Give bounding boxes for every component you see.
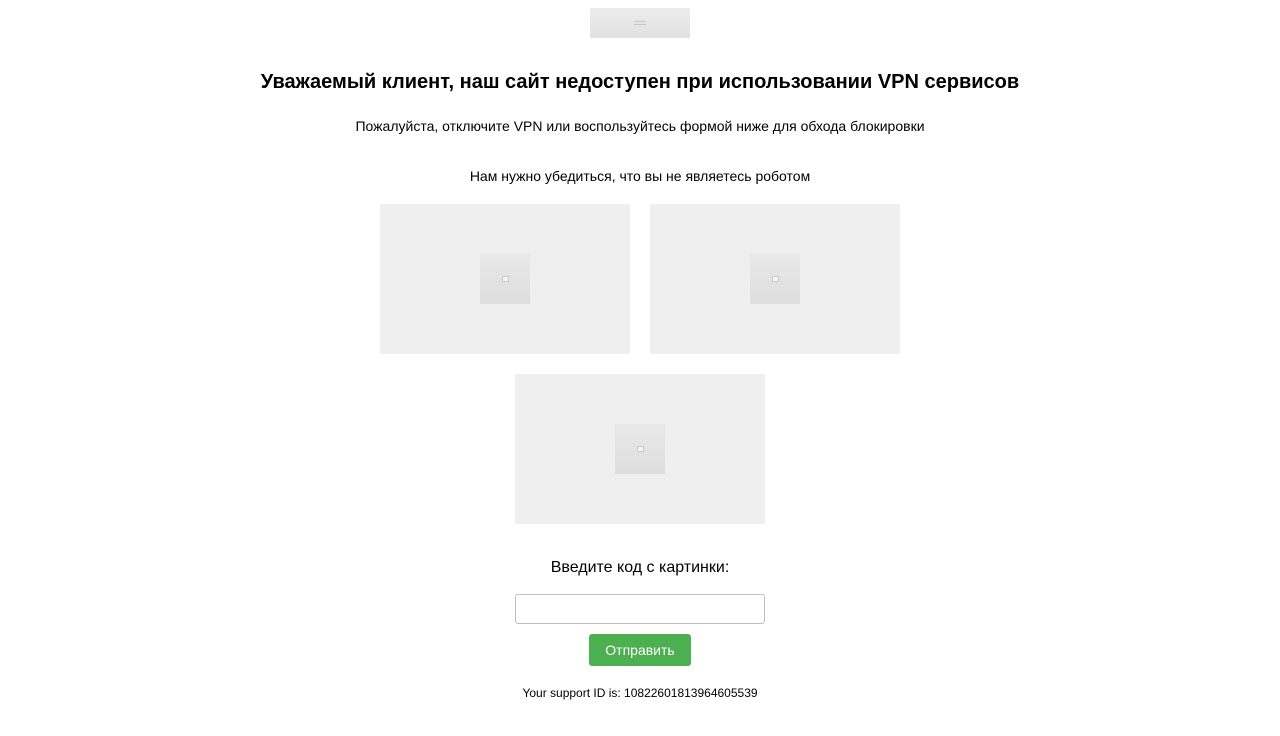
vpn-block-page: Уважаемый клиент, наш сайт недоступен пр…	[0, 0, 1280, 736]
captcha-image-1	[480, 254, 530, 304]
robot-check-note: Нам нужно убедиться, что вы не являетесь…	[469, 168, 811, 184]
captcha-image-2	[750, 254, 800, 304]
support-id-text: Your support ID is: 10822601813964605539	[522, 686, 758, 700]
captcha-image-box-1	[380, 204, 630, 354]
captcha-image-3	[615, 424, 665, 474]
captcha-image-box-3	[515, 374, 765, 524]
broken-image-icon	[771, 276, 779, 282]
page-title: Уважаемый клиент, наш сайт недоступен пр…	[260, 71, 1020, 93]
logo-image-icon	[634, 21, 646, 25]
page-subtitle: Пожалуйста, отключите VPN или воспользуй…	[355, 118, 925, 134]
submit-button[interactable]: Отправить	[589, 634, 691, 666]
captcha-image-box-2	[650, 204, 900, 354]
captcha-code-label: Введите код с картинки:	[550, 559, 730, 576]
broken-image-icon	[636, 446, 644, 452]
captcha-code-input[interactable]	[515, 594, 765, 624]
site-logo	[590, 8, 690, 38]
broken-image-icon	[501, 276, 509, 282]
